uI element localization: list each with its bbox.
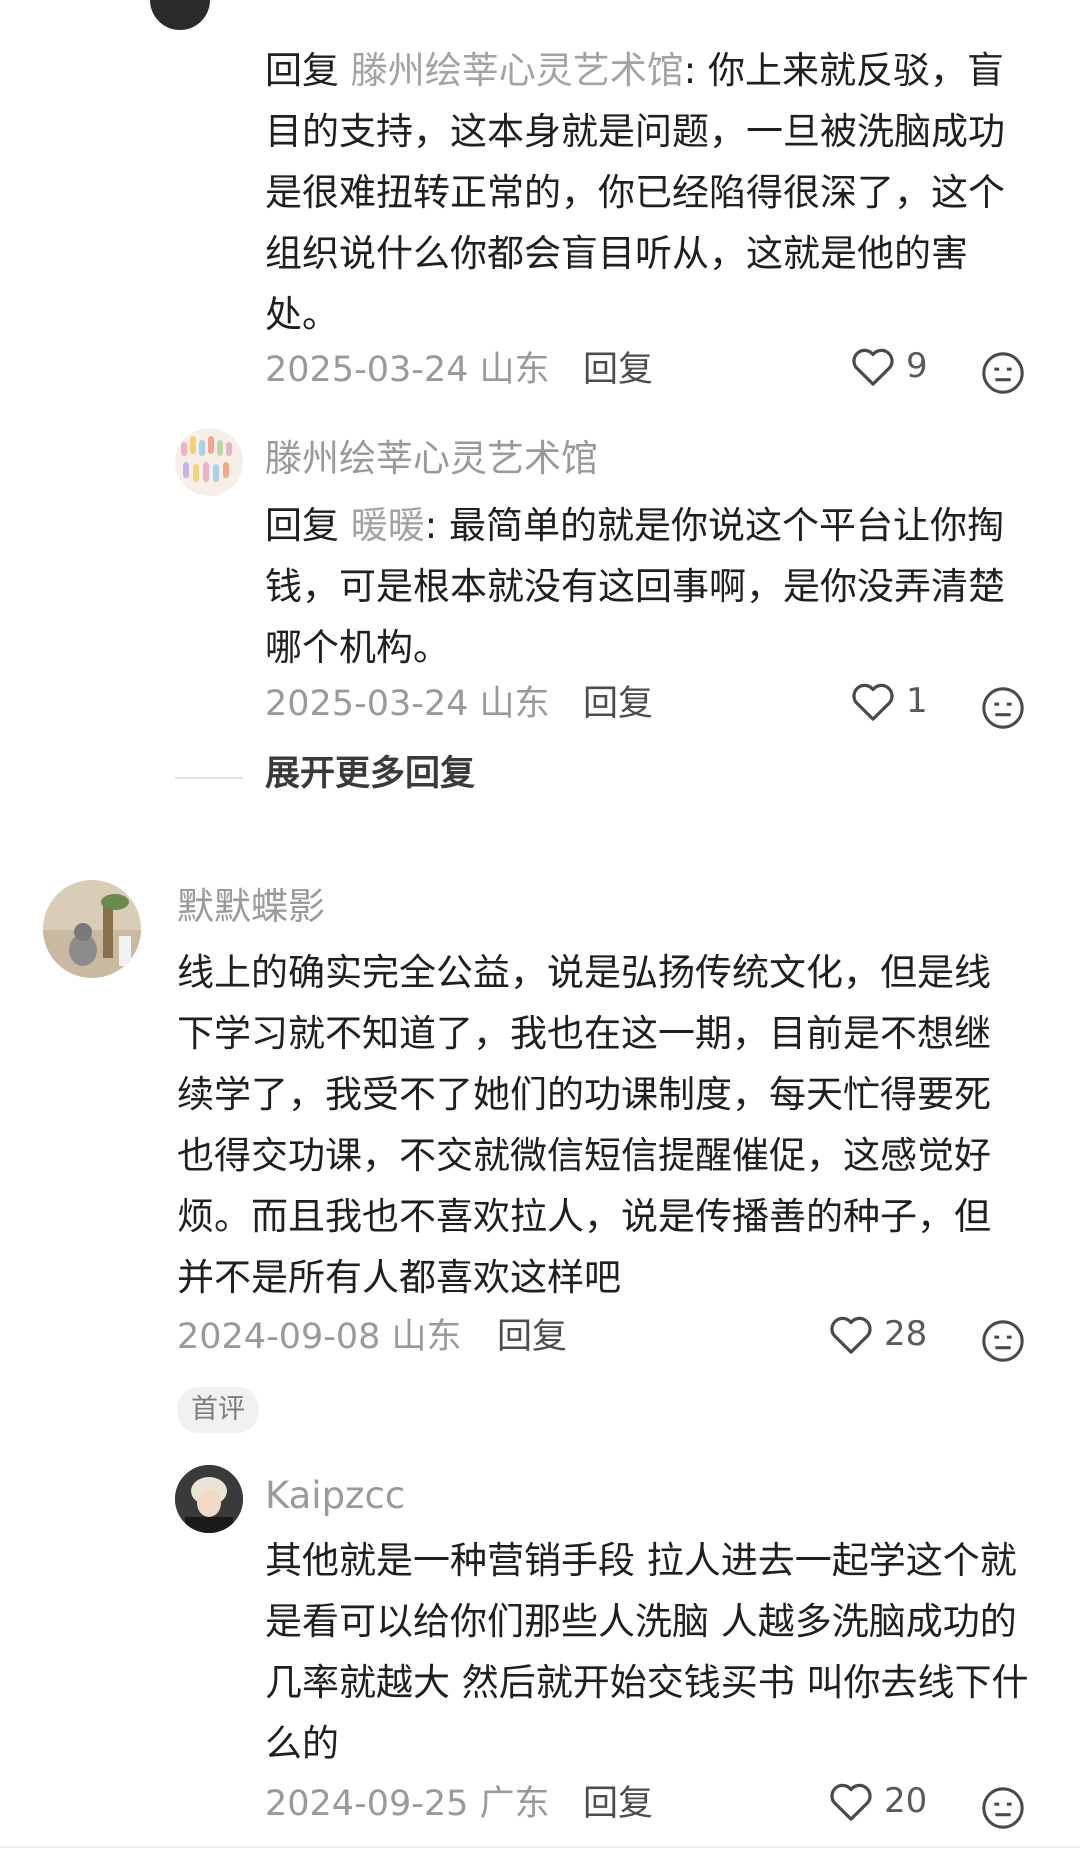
comment-location: 山东 (479, 350, 550, 390)
dislike-face-icon[interactable] (980, 1785, 1026, 1831)
comment-meta: 2025-03-24 山东 (265, 682, 550, 726)
reply-button[interactable]: 回复 (583, 348, 653, 392)
avatar[interactable] (175, 428, 243, 496)
expand-replies-button[interactable]: 展开更多回复 (265, 752, 475, 796)
heart-icon (830, 1783, 872, 1821)
first-comment-badge: 首评 (177, 1387, 259, 1433)
avatar-partial[interactable] (150, 0, 210, 30)
comment-date: 2024-09-25 (265, 1784, 469, 1824)
comment-date: 2024-09-08 (177, 1317, 381, 1357)
comment-text: 回复 暖暖: 最简单的就是你说这个平台让你掏钱，可是根本就没有这回事啊，是你没弄… (265, 504, 1005, 669)
reply-button[interactable]: 回复 (583, 682, 653, 726)
reply-target-link[interactable]: 滕州绘莘心灵艺术馆 (351, 49, 684, 92)
comment-date: 2025-03-24 (265, 350, 469, 390)
comment-date: 2025-03-24 (265, 684, 469, 724)
username[interactable]: 滕州绘莘心灵艺术馆 (265, 435, 598, 483)
avatar[interactable] (175, 1465, 243, 1533)
heart-icon (830, 1316, 872, 1354)
like-button[interactable]: 1 (850, 680, 928, 722)
reply-button[interactable]: 回复 (497, 1315, 567, 1359)
dislike-face-icon[interactable] (980, 685, 1026, 731)
comment-meta: 2024-09-25 广东 (265, 1782, 550, 1826)
expand-divider (175, 777, 243, 779)
comment-meta: 2025-03-24 山东 (265, 348, 550, 392)
heart-icon (852, 683, 894, 721)
like-count: 28 (884, 1314, 928, 1354)
username[interactable]: 默默蝶影 (177, 883, 325, 931)
username[interactable]: Kaipzcc (265, 1472, 405, 1520)
dislike-face-icon[interactable] (980, 350, 1026, 396)
comment-text: 线上的确实完全公益，说是弘扬传统文化，但是线下学习就不知道了，我也在这一期，目前… (177, 951, 991, 1299)
like-count: 1 (906, 681, 928, 721)
comment-location: 山东 (391, 1317, 462, 1357)
comment-text: 回复 滕州绘莘心灵艺术馆: 你上来就反驳，盲目的支持，这本身就是问题，一旦被洗脑… (265, 49, 1005, 336)
avatar[interactable] (43, 880, 141, 978)
like-button[interactable]: 20 (828, 1780, 927, 1822)
like-count: 9 (906, 346, 928, 386)
dislike-face-icon[interactable] (980, 1318, 1026, 1364)
bottom-divider (0, 1846, 1080, 1848)
like-button[interactable]: 28 (828, 1313, 927, 1355)
comment-location: 广东 (479, 1784, 550, 1824)
comment-location: 山东 (479, 684, 550, 724)
heart-icon (852, 348, 894, 386)
reply-target-link[interactable]: 暖暖 (351, 504, 425, 547)
like-count: 20 (884, 1781, 928, 1821)
comment-text: 其他就是一种营销手段 拉人进去一起学这个就是看可以给你们那些人洗脑 人越多洗脑成… (265, 1539, 1029, 1765)
reply-button[interactable]: 回复 (583, 1782, 653, 1826)
like-button[interactable]: 9 (850, 345, 928, 387)
comment-meta: 2024-09-08 山东 (177, 1315, 462, 1359)
